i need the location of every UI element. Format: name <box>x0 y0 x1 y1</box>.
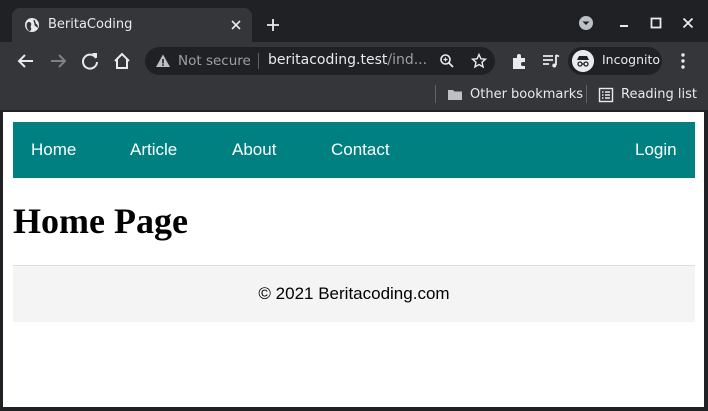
media-control-icon[interactable] <box>540 50 562 72</box>
star-icon[interactable] <box>471 53 487 69</box>
warning-icon[interactable] <box>155 53 171 69</box>
nav-link-article[interactable]: Article <box>130 140 177 160</box>
nav-link-about[interactable]: About <box>232 140 276 160</box>
address-bar[interactable]: Not secure beritacoding.test/ind... <box>145 47 495 75</box>
tab-search-icon[interactable] <box>577 14 595 32</box>
extensions-icon[interactable] <box>508 50 530 72</box>
nav-link-home[interactable]: Home <box>31 140 76 160</box>
reload-icon[interactable] <box>79 50 101 72</box>
profile-label[interactable]: Incognito <box>602 52 660 67</box>
page-viewport: Home Article About Contact Login Home Pa… <box>3 112 704 407</box>
browser-window: BeritaCoding Not secure beritacoding.tes… <box>0 0 708 411</box>
more-menu-icon[interactable] <box>672 50 694 72</box>
nav-link-contact[interactable]: Contact <box>331 140 390 160</box>
address-divider <box>258 53 259 69</box>
bookmark-label: Reading list <box>621 87 697 102</box>
security-label[interactable]: Not secure <box>178 53 251 69</box>
bookmark-label: Other bookmarks <box>470 87 584 102</box>
browser-tab[interactable]: BeritaCoding <box>12 8 252 42</box>
footer-copyright: © 2021 Beritacoding.com <box>258 284 450 303</box>
incognito-icon[interactable] <box>572 50 594 72</box>
browser-toolbar: Not secure beritacoding.test/ind... Inco… <box>0 42 708 80</box>
forward-icon[interactable] <box>47 50 69 72</box>
globe-icon <box>25 18 39 32</box>
url-path: /ind... <box>387 52 428 68</box>
reading-list-icon <box>598 87 614 103</box>
tab-title: BeritaCoding <box>48 17 133 32</box>
bookmark-reading-list[interactable]: Reading list <box>596 85 697 105</box>
tab-strip: BeritaCoding <box>0 0 708 42</box>
site-navbar: Home Article About Contact Login <box>13 122 695 178</box>
bookmarks-divider <box>435 85 436 103</box>
minimize-icon[interactable] <box>615 14 633 32</box>
plus-icon[interactable] <box>264 16 282 34</box>
bookmark-other-bookmarks[interactable]: Other bookmarks <box>445 85 584 105</box>
url-text[interactable]: beritacoding.test/ind... <box>268 52 427 68</box>
maximize-icon[interactable] <box>647 14 665 32</box>
site-footer: © 2021 Beritacoding.com <box>13 265 695 322</box>
bookmarks-bar: Other bookmarks Reading list <box>0 80 708 110</box>
home-icon[interactable] <box>111 50 133 72</box>
folder-icon <box>448 90 462 100</box>
close-icon[interactable] <box>228 17 244 33</box>
close-window-icon[interactable] <box>679 14 697 32</box>
bookmarks-divider <box>586 85 587 103</box>
page-title: Home Page <box>13 201 188 241</box>
zoom-icon[interactable] <box>439 53 455 69</box>
nav-link-login[interactable]: Login <box>635 140 677 160</box>
back-icon[interactable] <box>15 50 37 72</box>
url-host: beritacoding.test <box>268 52 388 68</box>
